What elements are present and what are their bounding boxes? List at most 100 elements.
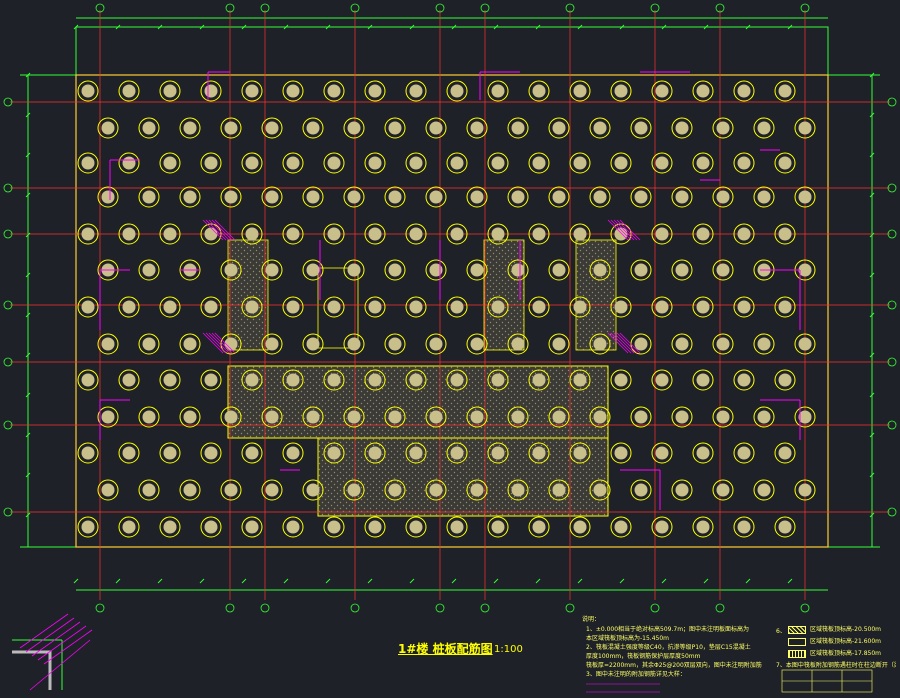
pile-core [306,410,320,424]
pile-core [409,373,423,387]
pile-core [388,121,402,135]
pile-core [183,121,197,135]
pile-core [634,121,648,135]
pile-core [491,300,505,314]
pile-core [716,483,730,497]
pile-core [573,300,587,314]
pile-core [142,337,156,351]
pile-core [306,121,320,135]
pile-core [368,84,382,98]
pile-core [798,190,812,204]
pile-core [757,121,771,135]
pile-core [737,84,751,98]
pile-core [388,483,402,497]
pile-core [532,300,546,314]
pile-core [347,263,361,277]
pile-core [245,227,259,241]
foundation-plan-drawing [0,0,900,698]
pile-core [429,337,443,351]
pile-core [347,121,361,135]
pile-core [204,156,218,170]
pile-core [655,227,669,241]
pile-core [347,410,361,424]
pile-core [81,520,95,534]
pile-core [778,156,792,170]
pile-core [163,373,177,387]
pile-core [409,520,423,534]
note-line: 1、±0.000相当于绝对标高509.7m；图中未注明板面标高为 [586,626,750,633]
pile-core [183,337,197,351]
pile-core [245,156,259,170]
pile-core [675,337,689,351]
pile-core [573,446,587,460]
pile-core [368,520,382,534]
pile-core [101,410,115,424]
pile-core [593,410,607,424]
pile-core [470,410,484,424]
legend-swatch [788,649,806,658]
pile-core [327,227,341,241]
pile-core [265,483,279,497]
legend-item: 区域筏板顶标高-20.500m [788,624,881,634]
pile-core [737,227,751,241]
pile-core [470,190,484,204]
pile-core [511,263,525,277]
pile-core [757,483,771,497]
pile-core [286,156,300,170]
drawing-scale: 1:100 [494,644,523,655]
pile-core [368,300,382,314]
pile-core [429,190,443,204]
pile-core [511,410,525,424]
pile-core [224,410,238,424]
pile-core [388,190,402,204]
pile-core [368,446,382,460]
note-line: 3、图中未注明的附加钢筋详见大样： [586,671,686,678]
pile-core [327,84,341,98]
pile-core [511,121,525,135]
pile-core [552,410,566,424]
pile-core [778,373,792,387]
pile-core [511,190,525,204]
pile-core [470,263,484,277]
pile-core [183,483,197,497]
pile-core [634,190,648,204]
pile-core [532,227,546,241]
pile-core [409,446,423,460]
pile-core [470,337,484,351]
pile-core [696,520,710,534]
pile-core [122,300,136,314]
pile-core [737,373,751,387]
pile-core [634,410,648,424]
pile-core [450,300,464,314]
pile-core [532,84,546,98]
pile-core [224,121,238,135]
pile-core [757,337,771,351]
pile-core [327,156,341,170]
pile-core [409,300,423,314]
pile-core [368,156,382,170]
pile-core [655,300,669,314]
pile-core [286,227,300,241]
pile-core [552,121,566,135]
pile-core [573,156,587,170]
pile-core [101,337,115,351]
pile-core [655,520,669,534]
pile-core [327,520,341,534]
pile-core [634,263,648,277]
pile-core [204,373,218,387]
pile-core [716,190,730,204]
pile-core [204,446,218,460]
pile-core [81,446,95,460]
pile-core [265,337,279,351]
pile-core [388,337,402,351]
pile-core [224,263,238,277]
pile-core [798,483,812,497]
pile-core [265,121,279,135]
pile-core [634,337,648,351]
pile-core [737,300,751,314]
pile-core [696,300,710,314]
pile-core [429,410,443,424]
pile-core [532,520,546,534]
pile-core [327,300,341,314]
pile-core [286,84,300,98]
